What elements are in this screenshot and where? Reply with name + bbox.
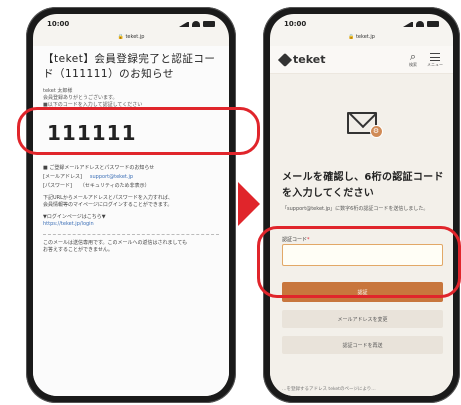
login-instructions-2: 会員情報等のマイページにログインすることができます。 [43, 202, 173, 208]
status-icons [179, 21, 215, 27]
status-time: 10:00 [284, 20, 307, 28]
right-phone: 10:00 🔒 teket.jp teket ⌕ 検索 メニュー ⚙ メールを確… [263, 7, 460, 403]
battery-icon [203, 21, 215, 27]
teket-logo-icon [277, 52, 293, 67]
footer-line-1: このメールは送信専用です。このメールへの返信はされましても [43, 240, 188, 246]
app-header: teket ⌕ 検索 メニュー [270, 46, 453, 74]
email-link[interactable]: support@teket.jp [90, 174, 133, 181]
email-footer: このメールは送信専用です。このメールへの返信はされましても お答えすることができ… [43, 240, 219, 254]
greeting-line: 会員登録ありがとうございます。 [43, 95, 118, 101]
code-highlight-outline [17, 107, 260, 155]
envelope-icon: ⚙ [346, 112, 383, 138]
verify-screen: 10:00 🔒 teket.jp teket ⌕ 検索 メニュー ⚙ メールを確… [270, 14, 453, 396]
brand-name: teket [293, 53, 326, 66]
left-phone: 10:00 🔒 teket.jp 【teket】会員登録完了と認証コード（111… [26, 7, 236, 403]
email-label: [メールアドレス] [43, 174, 82, 180]
password-row: [パスワード] （セキュリティのため非表示） [43, 183, 219, 190]
search-label: 検索 [409, 62, 417, 67]
hamburger-icon [430, 53, 440, 61]
status-bar: 10:00 [270, 14, 453, 34]
password-value: （セキュリティのため非表示） [79, 183, 150, 189]
url-text: teket.jp [355, 34, 375, 40]
gear-icon: ⚙ [369, 125, 383, 138]
url-text: teket.jp [125, 34, 145, 40]
login-instructions-1: 下記URLからメールアドレスとパスワードを入力すれば、 [43, 195, 173, 201]
header-actions: ⌕ 検索 メニュー [409, 51, 443, 68]
search-icon: ⌕ [409, 50, 417, 63]
email-row: [メールアドレス] support@teket.jp [43, 174, 219, 181]
resend-code-button[interactable]: 認証コードを再送 [282, 336, 443, 354]
footer-line-2: お答えすることができません。 [43, 247, 113, 253]
email-greeting: teket 太郎様 会員登録ありがとうございます。 ■以下のコードを入力して認証… [43, 88, 219, 109]
credentials-heading: ■ ご登録メールアドレスとパスワードのお知らせ [43, 165, 155, 171]
email-subject: 【teket】会員登録完了と認証コード（111111）のお知らせ [43, 53, 216, 80]
arrow-right-icon [238, 182, 260, 226]
status-time: 10:00 [47, 20, 70, 28]
footer-note: …を登録するアドレス teketのページにより… [282, 387, 376, 392]
verify-description: 「support@teket.jp」に数字6桁の認証コードを送信しました。 [282, 206, 429, 212]
login-instructions: 下記URLからメールアドレスとパスワードを入力すれば、 会員情報等のマイページに… [43, 195, 219, 209]
divider [43, 234, 219, 235]
login-link[interactable]: https://teket.jp/login [43, 221, 219, 228]
email-body: 【teket】会員登録完了と認証コード（111111）のお知らせ teket 太… [33, 46, 229, 396]
wifi-icon [416, 21, 424, 27]
envelope-illustration: ⚙ [270, 112, 453, 138]
status-icons [403, 21, 439, 27]
change-email-button[interactable]: メールアドレスを変更 [282, 310, 443, 328]
login-section: ▼ログインページはこちら▼ https://teket.jp/login [43, 214, 219, 228]
address-bar[interactable]: 🔒 teket.jp [270, 34, 453, 46]
signal-icon [403, 21, 413, 27]
tutorial-graphic: 10:00 🔒 teket.jp 【teket】会員登録完了と認証コード（111… [0, 0, 461, 405]
password-label: [パスワード] [43, 183, 72, 189]
wifi-icon [192, 21, 200, 27]
search-button[interactable]: ⌕ 検索 [409, 51, 417, 68]
status-bar: 10:00 [33, 14, 229, 34]
greeting-name: teket 太郎様 [43, 88, 73, 94]
menu-label: メニュー [427, 62, 443, 67]
battery-icon [427, 21, 439, 27]
verify-title: メールを確認し、6桁の認証コードを入力してください [282, 172, 444, 199]
lock-icon: 🔒 [348, 34, 355, 40]
brand-logo[interactable]: teket [277, 52, 326, 67]
lock-icon: 🔒 [117, 34, 124, 40]
input-highlight-outline [257, 226, 461, 298]
login-heading: ▼ログインページはこちら▼ [43, 214, 106, 220]
signal-icon [179, 21, 189, 27]
address-bar[interactable]: 🔒 teket.jp [33, 34, 229, 46]
email-screen: 10:00 🔒 teket.jp 【teket】会員登録完了と認証コード（111… [33, 14, 229, 396]
menu-button[interactable]: メニュー [427, 51, 443, 68]
